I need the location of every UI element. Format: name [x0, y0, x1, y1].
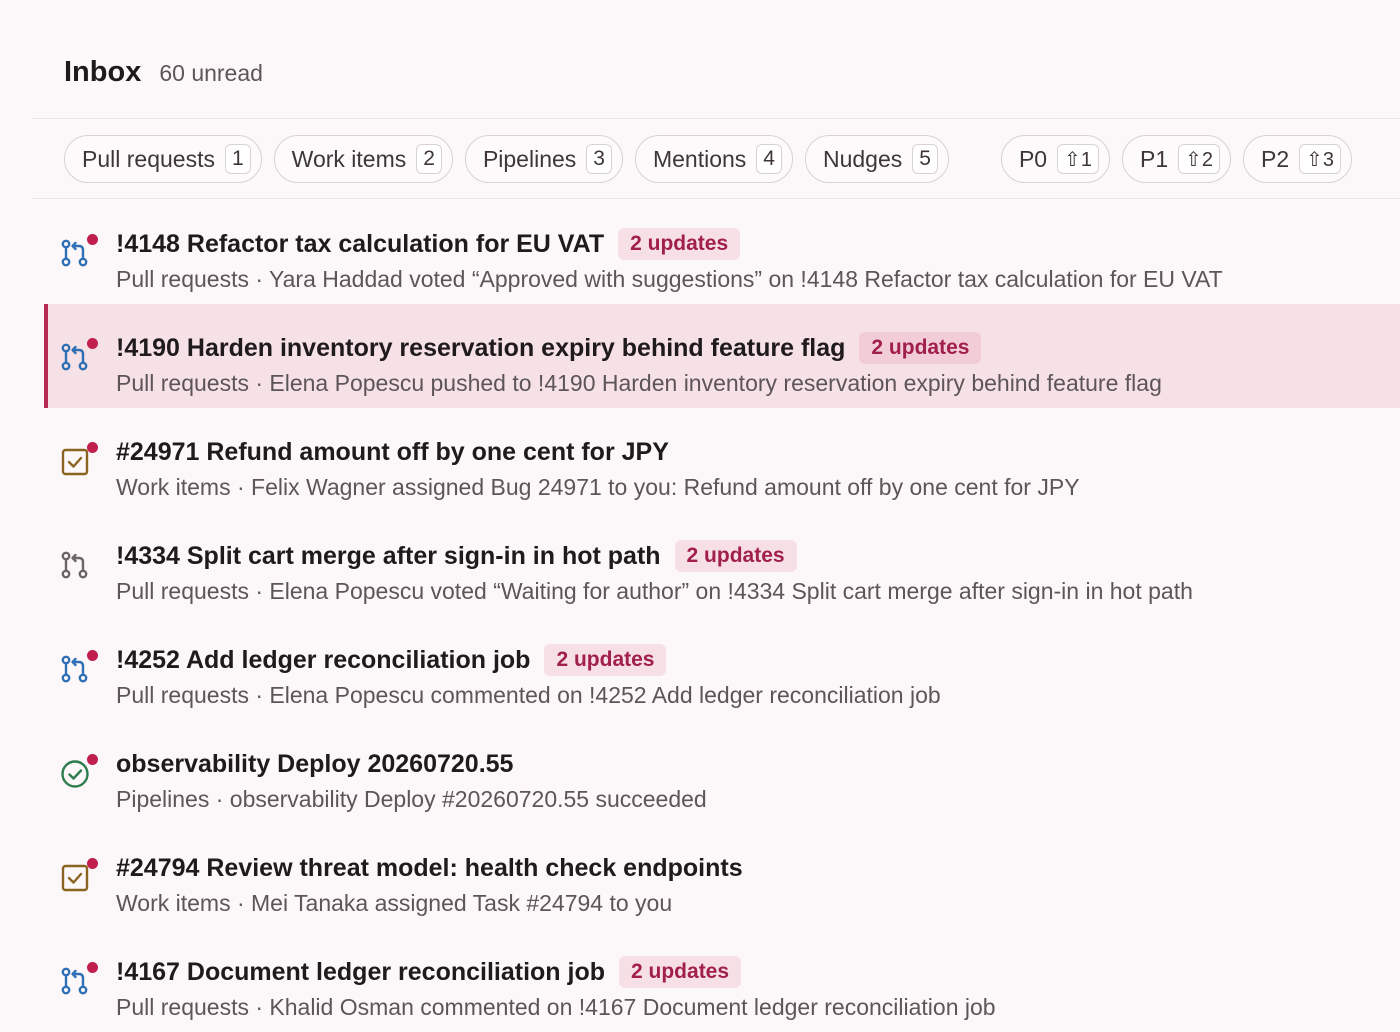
divider	[32, 118, 1400, 119]
filter-spacer	[961, 135, 989, 183]
notification-row[interactable]: #24971 Refund amount off by one cent for…	[44, 408, 1400, 512]
filter-shortcut: 3	[586, 144, 612, 174]
filter-nudges[interactable]: Nudges 5	[804, 135, 949, 183]
notification-content: !4252 Add ledger reconciliation job 2 upd…	[116, 642, 1400, 709]
unread-dot	[87, 650, 98, 661]
notification-title: observability Deploy 20260720.55	[116, 749, 514, 778]
work-item-icon	[60, 442, 98, 482]
filter-label: Pipelines	[482, 145, 577, 172]
notification-content: #24794 Review threat model: health check…	[116, 850, 1400, 917]
priority-shortcut: ⇧3	[1299, 144, 1342, 174]
filter-shortcut: 5	[912, 144, 938, 174]
filter-shortcut: 1	[224, 144, 251, 174]
filter-work-items[interactable]: Work items 2	[273, 135, 453, 183]
page-title: Inbox	[64, 56, 142, 88]
merge-request-icon	[60, 234, 98, 274]
updates-badge: 2 updates	[544, 644, 667, 676]
filter-priority-p1[interactable]: P1 ⇧2	[1121, 135, 1232, 183]
pipeline-success-icon	[60, 754, 98, 794]
unread-dot	[87, 234, 98, 245]
filter-label: Mentions	[652, 145, 747, 172]
notification-row[interactable]: observability Deploy 20260720.55 Pipeline…	[44, 720, 1400, 824]
notification-content: !4334 Split cart merge after sign-in in …	[116, 538, 1400, 605]
notification-description: Work items · Felix Wagner assigned Bug 2…	[116, 474, 1080, 500]
notification-description: Pull requests · Yara Haddad voted “Appro…	[116, 266, 1223, 292]
notification-title: !4190 Harden inventory reservation expir…	[116, 333, 846, 362]
notification-content: !4148 Refactor tax calculation for EU VA…	[116, 226, 1400, 293]
merge-request-icon	[60, 338, 98, 378]
notification-description: Pull requests · Elena Popescu pushed to …	[116, 370, 1162, 396]
notification-row[interactable]: #24794 Review threat model: health check…	[44, 824, 1400, 928]
notification-description: Pipelines · observability Deploy #202607…	[116, 786, 707, 812]
updates-badge: 2 updates	[674, 540, 797, 572]
notification-content: #24971 Refund amount off by one cent for…	[116, 434, 1400, 501]
divider	[32, 198, 1400, 199]
notification-row[interactable]: !4334 Split cart merge after sign-in in …	[44, 512, 1400, 616]
unread-dot	[87, 338, 98, 349]
priority-shortcut: ⇧1	[1057, 144, 1099, 174]
inbox-header: Inbox 60 unread	[64, 56, 263, 89]
priority-label: P2	[1261, 145, 1290, 172]
work-item-icon	[60, 858, 98, 898]
notification-row[interactable]: !4252 Add ledger reconciliation job 2 upd…	[44, 616, 1400, 720]
notification-list: !4148 Refactor tax calculation for EU VA…	[44, 200, 1400, 1032]
priority-label: P0	[1018, 145, 1048, 172]
merge-request-icon	[60, 650, 98, 690]
notification-title: !4148 Refactor tax calculation for EU VA…	[116, 229, 605, 258]
notification-content: !4190 Harden inventory reservation expir…	[116, 330, 1400, 397]
notification-content: observability Deploy 20260720.55 Pipeline…	[116, 746, 1400, 813]
unread-dot	[87, 754, 98, 765]
notification-description: Pull requests · Elena Popescu commented …	[116, 682, 941, 708]
unread-dot	[87, 442, 98, 453]
filter-priority-p0[interactable]: P0 ⇧1	[1000, 135, 1110, 183]
filter-mentions[interactable]: Mentions 4	[634, 135, 793, 183]
notification-row[interactable]: !4167 Document ledger reconciliation job…	[44, 928, 1400, 1032]
filter-pipelines[interactable]: Pipelines 3	[464, 135, 623, 183]
filter-priority-p2[interactable]: P2 ⇧3	[1243, 135, 1353, 183]
filter-pull-requests[interactable]: Pull requests 1	[64, 135, 262, 183]
notification-title: !4252 Add ledger reconciliation job	[116, 645, 531, 674]
notification-title: #24971 Refund amount off by one cent for…	[116, 437, 669, 466]
notification-description: Pull requests · Elena Popescu voted “Wai…	[116, 578, 1193, 604]
notification-row[interactable]: !4190 Harden inventory reservation expir…	[44, 304, 1400, 408]
priority-shortcut: ⇧2	[1178, 144, 1221, 174]
priority-label: P1	[1139, 145, 1169, 172]
filter-label: Nudges	[822, 145, 903, 172]
updates-badge: 2 updates	[859, 332, 982, 364]
unread-dot	[87, 962, 98, 973]
notification-description: Work items · Mei Tanaka assigned Task #2…	[116, 890, 673, 916]
updates-badge: 2 updates	[618, 228, 741, 260]
notification-row[interactable]: !4148 Refactor tax calculation for EU VA…	[44, 200, 1400, 304]
updates-badge: 2 updates	[619, 956, 742, 988]
notification-title: #24794 Review threat model: health check…	[116, 853, 743, 882]
filter-shortcut: 4	[756, 144, 782, 174]
merge-request-icon	[60, 550, 96, 586]
unread-count: 60 unread	[159, 60, 263, 86]
filter-label: Pull requests	[82, 145, 215, 172]
filter-shortcut: 2	[416, 144, 442, 174]
filter-bar: Pull requests 1 Work items 2 Pipelines 3…	[64, 135, 1400, 183]
merge-request-icon	[60, 962, 98, 1002]
filter-label: Work items	[291, 145, 407, 172]
notification-description: Pull requests · Khalid Osman commented o…	[116, 994, 996, 1020]
notification-content: !4167 Document ledger reconciliation job…	[116, 954, 1400, 1021]
notification-title: !4167 Document ledger reconciliation job	[116, 957, 606, 986]
unread-dot	[87, 858, 98, 869]
notification-title: !4334 Split cart merge after sign-in in …	[116, 541, 661, 570]
